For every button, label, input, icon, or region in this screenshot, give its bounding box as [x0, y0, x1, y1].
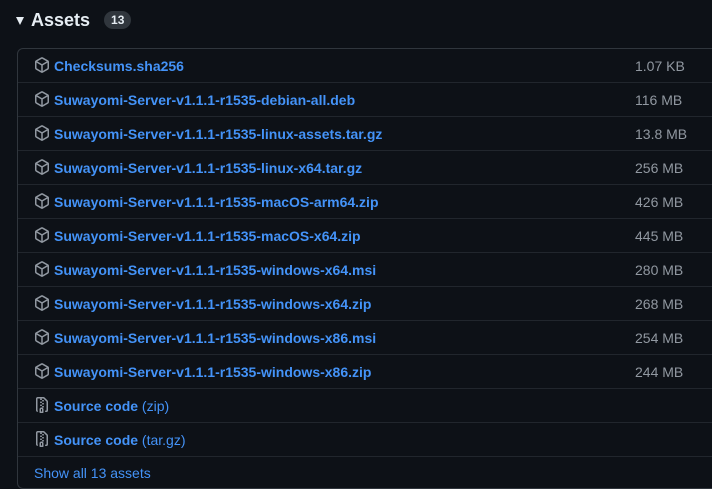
asset-size: 445 MB — [635, 227, 684, 244]
source-code-row: Source code (tar.gz) — [18, 422, 712, 456]
asset-link[interactable]: Suwayomi-Server-v1.1.1-r1535-windows-x86… — [54, 330, 376, 346]
package-icon — [34, 261, 50, 277]
asset-size: 1.07 KB — [635, 57, 685, 74]
asset-size: 256 MB — [635, 159, 684, 176]
package-icon — [34, 159, 50, 175]
asset-row: Suwayomi-Server-v1.1.1-r1535-windows-x64… — [18, 286, 712, 320]
asset-link[interactable]: Suwayomi-Server-v1.1.1-r1535-debian-all.… — [54, 92, 355, 108]
file-zip-icon — [34, 431, 50, 447]
source-code-format: (tar.gz) — [141, 431, 186, 448]
assets-toggle[interactable]: Assets 13 — [16, 6, 132, 34]
asset-row: Suwayomi-Server-v1.1.1-r1535-windows-x86… — [18, 354, 712, 388]
assets-list: Checksums.sha256 1.07 KB Suwayomi-Server… — [17, 48, 712, 489]
package-icon — [34, 363, 50, 379]
asset-row: Suwayomi-Server-v1.1.1-r1535-windows-x86… — [18, 320, 712, 354]
asset-row: Suwayomi-Server-v1.1.1-r1535-macOS-x64.z… — [18, 218, 712, 252]
source-code-row: Source code (zip) — [18, 388, 712, 422]
asset-row: Checksums.sha256 1.07 KB — [18, 49, 712, 82]
package-icon — [34, 295, 50, 311]
package-icon — [34, 227, 50, 243]
asset-row: Suwayomi-Server-v1.1.1-r1535-linux-asset… — [18, 116, 712, 150]
asset-row: Suwayomi-Server-v1.1.1-r1535-linux-x64.t… — [18, 150, 712, 184]
package-icon — [34, 91, 50, 107]
asset-size: 268 MB — [635, 295, 684, 312]
asset-link[interactable]: Checksums.sha256 — [54, 58, 184, 74]
asset-link[interactable]: Suwayomi-Server-v1.1.1-r1535-linux-asset… — [54, 126, 382, 142]
file-zip-icon — [34, 397, 50, 413]
asset-size: 280 MB — [635, 261, 684, 278]
package-icon — [34, 329, 50, 345]
asset-row: Suwayomi-Server-v1.1.1-r1535-debian-all.… — [18, 82, 712, 116]
asset-link[interactable]: Suwayomi-Server-v1.1.1-r1535-macOS-x64.z… — [54, 228, 361, 244]
asset-link[interactable]: Suwayomi-Server-v1.1.1-r1535-linux-x64.t… — [54, 160, 362, 176]
source-code-targz-link[interactable]: Source code (tar.gz) — [54, 432, 186, 448]
asset-link[interactable]: Suwayomi-Server-v1.1.1-r1535-macOS-arm64… — [54, 194, 379, 210]
asset-size: 426 MB — [635, 193, 684, 210]
asset-link[interactable]: Suwayomi-Server-v1.1.1-r1535-windows-x64… — [54, 262, 376, 278]
package-icon — [34, 125, 50, 141]
asset-link[interactable]: Suwayomi-Server-v1.1.1-r1535-windows-x64… — [54, 296, 371, 312]
package-icon — [34, 193, 50, 209]
assets-title: Assets — [31, 9, 91, 30]
asset-size: 13.8 MB — [635, 125, 688, 142]
asset-size: 116 MB — [635, 91, 683, 108]
asset-link[interactable]: Suwayomi-Server-v1.1.1-r1535-windows-x86… — [54, 364, 371, 380]
show-all-row: Show all 13 assets — [18, 456, 712, 488]
asset-size: 244 MB — [635, 363, 684, 380]
source-code-format: (zip) — [141, 397, 170, 414]
package-icon — [34, 57, 50, 73]
source-code-label: Source code — [54, 431, 139, 448]
caret-down-icon — [16, 17, 24, 25]
show-all-assets-link[interactable]: Show all 13 assets — [34, 465, 151, 481]
asset-row: Suwayomi-Server-v1.1.1-r1535-windows-x64… — [18, 252, 712, 286]
assets-count-badge: 13 — [104, 11, 132, 29]
asset-size: 254 MB — [635, 329, 684, 346]
asset-row: Suwayomi-Server-v1.1.1-r1535-macOS-arm64… — [18, 184, 712, 218]
source-code-zip-link[interactable]: Source code (zip) — [54, 398, 169, 414]
source-code-label: Source code — [54, 397, 139, 414]
